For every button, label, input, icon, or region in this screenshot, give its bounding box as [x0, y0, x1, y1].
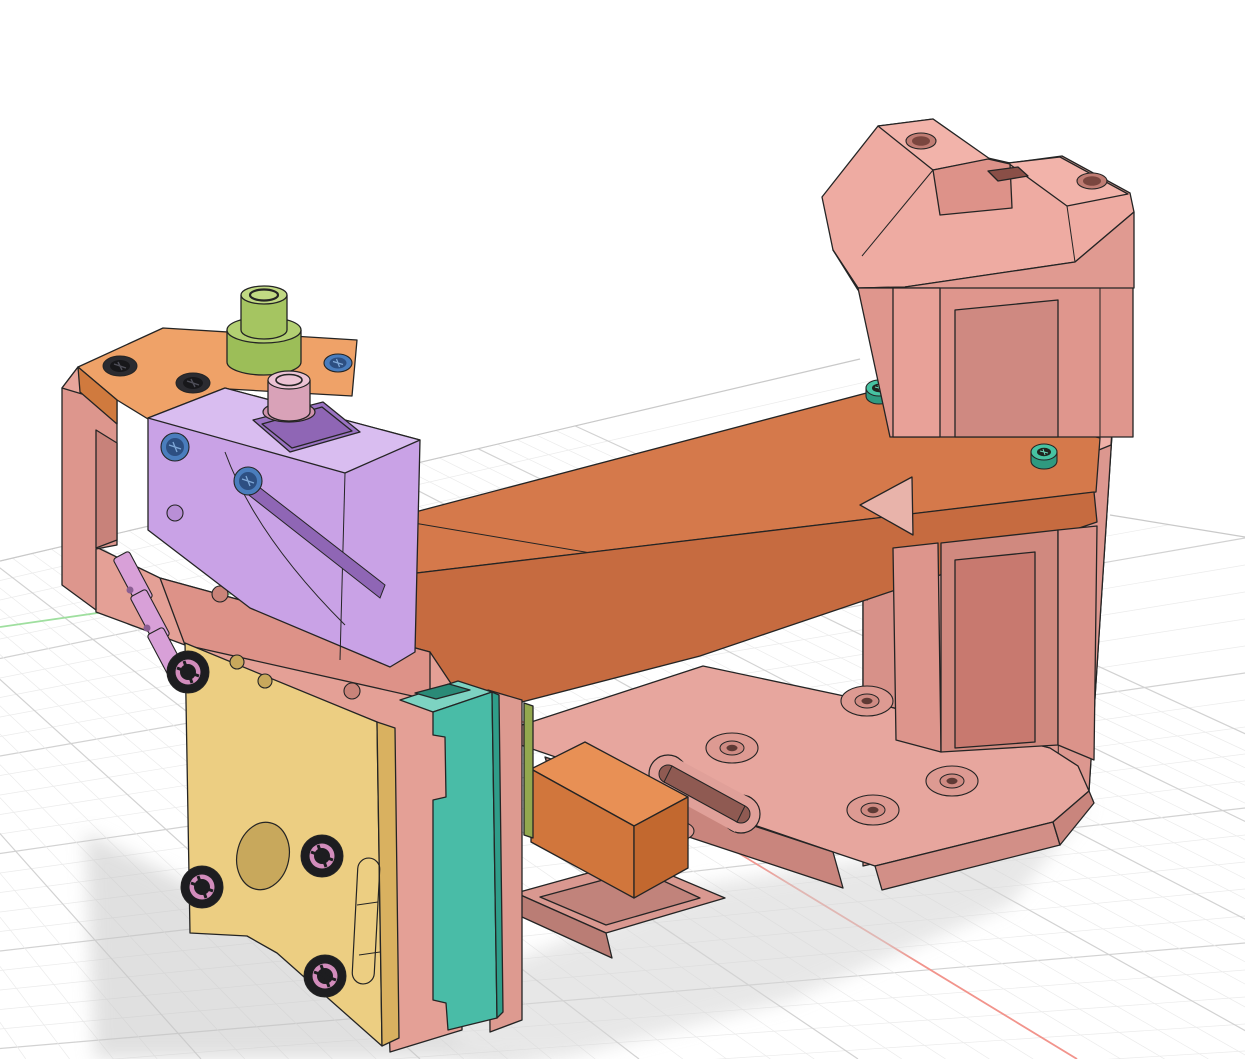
part-olive-strip[interactable]	[523, 702, 534, 839]
teal-screw[interactable]	[1030, 443, 1058, 470]
black-screw[interactable]	[300, 834, 344, 878]
part-pink-stub[interactable]	[262, 370, 316, 423]
part-green-coupler[interactable]	[226, 285, 302, 376]
socket-screw[interactable]	[175, 372, 211, 394]
black-screw[interactable]	[166, 650, 210, 694]
blue-screw[interactable]	[233, 466, 263, 496]
model-canvas	[0, 118, 1245, 1059]
black-screw[interactable]	[303, 954, 347, 998]
black-screw[interactable]	[180, 865, 224, 909]
socket-screw[interactable]	[102, 355, 138, 377]
cad-viewport	[0, 0, 1245, 1059]
blue-screw[interactable]	[323, 353, 353, 373]
blue-screw[interactable]	[160, 432, 190, 462]
